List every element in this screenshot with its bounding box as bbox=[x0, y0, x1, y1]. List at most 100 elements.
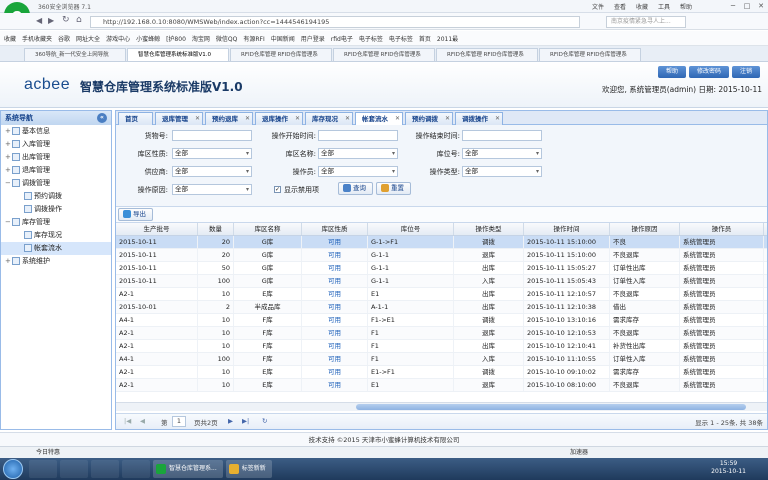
browser-tab[interactable]: RFID仓库管理 RFID仓库管理系 bbox=[230, 48, 332, 61]
refresh-grid-icon[interactable]: ↻ bbox=[262, 417, 267, 425]
expand-toggle-icon[interactable]: + bbox=[5, 164, 12, 177]
menu-tools[interactable]: 工具 bbox=[658, 2, 670, 11]
taskbar-pinned-ie-icon[interactable] bbox=[29, 460, 57, 478]
bookmark-item[interactable]: 电子标签 bbox=[359, 34, 383, 43]
bookmark-item[interactable]: rfid电子 bbox=[331, 34, 353, 43]
sidebar-item[interactable]: 调拨操作 bbox=[1, 203, 111, 216]
app-tab[interactable]: 首页 bbox=[118, 112, 153, 125]
expand-toggle-icon[interactable]: + bbox=[5, 151, 12, 164]
home-icon[interactable]: ⌂ bbox=[76, 15, 82, 25]
app-tab[interactable]: 退库操作 ✕ bbox=[255, 112, 303, 125]
app-tab[interactable]: 预约退库 ✕ bbox=[205, 112, 253, 125]
table-row[interactable]: 2015-10-11 20 G库 可用 G-1->F1 调拨 2015-10-11 15:1… bbox=[116, 236, 767, 249]
sidebar-item[interactable]: 帐套流水 bbox=[1, 242, 111, 255]
expand-toggle-icon[interactable]: − bbox=[5, 177, 12, 190]
sidebar-item[interactable]: + 入库管理 bbox=[1, 138, 111, 151]
op-start-input[interactable] bbox=[318, 130, 398, 141]
browser-tab[interactable]: 智慧仓库管理系统标准版V1.0 bbox=[127, 48, 229, 61]
table-cell[interactable]: 可用 bbox=[302, 353, 368, 365]
table-row[interactable]: A4-1 10 F库 可用 F1->E1 调拨 2015-10-10 13:10:16 需求库… bbox=[116, 314, 767, 327]
page-input[interactable]: 1 bbox=[172, 416, 186, 427]
area-name-select[interactable]: 全部 bbox=[318, 148, 398, 159]
expand-toggle-icon[interactable]: + bbox=[5, 125, 12, 138]
table-cell[interactable]: 可用 bbox=[302, 249, 368, 261]
table-row[interactable]: 2015-10-01 2 半成品库 可用 A-1-1 出库 2015-10-11 12:10… bbox=[116, 301, 767, 314]
sidebar-item[interactable]: + 出库管理 bbox=[1, 151, 111, 164]
prev-page-icon[interactable]: ◀ bbox=[140, 417, 145, 425]
table-cell[interactable]: 可用 bbox=[302, 262, 368, 274]
table-cell[interactable]: 可用 bbox=[302, 366, 368, 378]
sidebar-item[interactable]: + 退库管理 bbox=[1, 164, 111, 177]
bookmark-item[interactable]: 中国新闻 bbox=[271, 34, 295, 43]
expand-toggle-icon[interactable]: + bbox=[5, 255, 12, 268]
table-row[interactable]: A2-1 10 E库 可用 E1 退库 2015-10-10 08:10:00 不良退库 系统管… bbox=[116, 379, 767, 392]
app-tab[interactable]: 帐套流水 ✕ bbox=[355, 112, 403, 125]
forward-icon[interactable]: ▶ bbox=[48, 16, 54, 25]
url-input[interactable]: http://192.168.0.10:8080/WMSWeb/index.ac… bbox=[90, 16, 580, 28]
sidebar-item[interactable]: − 调拨管理 bbox=[1, 177, 111, 190]
browser-tab[interactable]: 360导航_新一代安全上网导航 bbox=[24, 48, 126, 61]
reason-select[interactable]: 全部 bbox=[172, 184, 252, 195]
location-select[interactable]: 全部 bbox=[462, 148, 542, 159]
table-cell[interactable]: 可用 bbox=[302, 314, 368, 326]
table-cell[interactable]: 可用 bbox=[302, 236, 368, 248]
back-icon[interactable]: ◀ bbox=[36, 16, 42, 25]
bookmark-item[interactable]: 有源RFI bbox=[243, 34, 264, 43]
app-tab[interactable]: 库存现况 ✕ bbox=[305, 112, 353, 125]
app-tab[interactable]: 调拨操作 ✕ bbox=[455, 112, 503, 125]
menu-file[interactable]: 文件 bbox=[592, 2, 604, 11]
menu-view[interactable]: 查看 bbox=[614, 2, 626, 11]
table-row[interactable]: 2015-10-11 50 G库 可用 G-1-1 出库 2015-10-11 15:05:… bbox=[116, 262, 767, 275]
sidebar-item[interactable]: 预约调拨 bbox=[1, 190, 111, 203]
maximize-icon[interactable]: □ bbox=[740, 0, 754, 12]
browser-tab[interactable]: RFID仓库管理 RFID仓库管理系 bbox=[436, 48, 538, 61]
taskbar-pinned-chrome-icon[interactable] bbox=[122, 460, 150, 478]
table-row[interactable]: 2015-10-11 100 G库 可用 G-1-1 入库 2015-10-11 15:05… bbox=[116, 275, 767, 288]
column-header[interactable]: 库区名称 bbox=[234, 223, 302, 235]
reset-button[interactable]: 重置 bbox=[376, 182, 411, 195]
bookmark-item[interactable]: 电子标签 bbox=[389, 34, 413, 43]
bookmark-item[interactable]: 谷歌 bbox=[58, 34, 70, 43]
collapse-icon[interactable]: « bbox=[97, 113, 107, 123]
first-page-icon[interactable]: |◀ bbox=[124, 417, 131, 425]
bookmark-item[interactable]: 2011最 bbox=[437, 34, 458, 43]
show-disabled-checkbox[interactable]: ✓ bbox=[274, 186, 281, 193]
system-clock[interactable]: 15:59 2015-10-11 bbox=[711, 460, 746, 476]
taskbar-window-browser[interactable]: 智慧仓库管理系... bbox=[153, 460, 223, 478]
table-row[interactable]: A2-1 10 E库 可用 E1->F1 调拨 2015-10-10 09:10:02 需求库… bbox=[116, 366, 767, 379]
tab-close-icon[interactable]: ✕ bbox=[295, 113, 300, 125]
bookmark-item[interactable]: 淘宝网 bbox=[192, 34, 210, 43]
query-button[interactable]: 查询 bbox=[338, 182, 373, 195]
export-button[interactable]: 导出 bbox=[118, 208, 153, 221]
expand-toggle-icon[interactable]: + bbox=[5, 138, 12, 151]
bookmark-item[interactable]: 游戏中心 bbox=[106, 34, 130, 43]
change-password-button[interactable]: 修改密码 bbox=[688, 66, 729, 78]
material-no-input[interactable] bbox=[172, 130, 252, 141]
tab-close-icon[interactable]: ✕ bbox=[345, 113, 350, 125]
column-header[interactable]: 操作类型 bbox=[454, 223, 524, 235]
table-cell[interactable]: 可用 bbox=[302, 301, 368, 313]
bookmark-item[interactable]: 首页 bbox=[419, 34, 431, 43]
column-header[interactable]: 库区性质 bbox=[302, 223, 368, 235]
bookmark-item[interactable]: 收藏 bbox=[4, 34, 16, 43]
bookmark-item[interactable]: 用户登录 bbox=[301, 34, 325, 43]
column-header[interactable]: 数量 bbox=[198, 223, 234, 235]
expand-toggle-icon[interactable]: − bbox=[5, 216, 12, 229]
sidebar-item[interactable]: 库存现况 bbox=[1, 229, 111, 242]
app-tab[interactable]: 退库管理 ✕ bbox=[155, 112, 203, 125]
op-type-select[interactable]: 全部 bbox=[462, 166, 542, 177]
table-cell[interactable]: 可用 bbox=[302, 275, 368, 287]
app-tab[interactable]: 预约调拨 ✕ bbox=[405, 112, 453, 125]
supplier-select[interactable]: 全部 bbox=[172, 166, 252, 177]
browser-tab[interactable]: RFID仓库管理 RFID仓库管理系 bbox=[539, 48, 641, 61]
table-row[interactable]: 2015-10-11 20 G库 可用 G-1-1 退库 2015-10-11 15:10:… bbox=[116, 249, 767, 262]
bookmark-item[interactable]: [护800 bbox=[166, 34, 186, 43]
table-row[interactable]: A4-1 100 F库 可用 F1 入库 2015-10-10 11:10:55 订单性入库系… bbox=[116, 353, 767, 366]
next-page-icon[interactable]: ▶ bbox=[228, 417, 233, 425]
table-row[interactable]: A2-1 10 E库 可用 E1 出库 2015-10-11 12:10:57 不良退库 系统管… bbox=[116, 288, 767, 301]
operator-select[interactable]: 全部 bbox=[318, 166, 398, 177]
column-header[interactable]: 库位号 bbox=[368, 223, 454, 235]
column-header[interactable]: 操作员 bbox=[680, 223, 764, 235]
search-input[interactable]: 南京疫情紧急寻人上... bbox=[606, 16, 686, 28]
sidebar-item[interactable]: − 库存管理 bbox=[1, 216, 111, 229]
